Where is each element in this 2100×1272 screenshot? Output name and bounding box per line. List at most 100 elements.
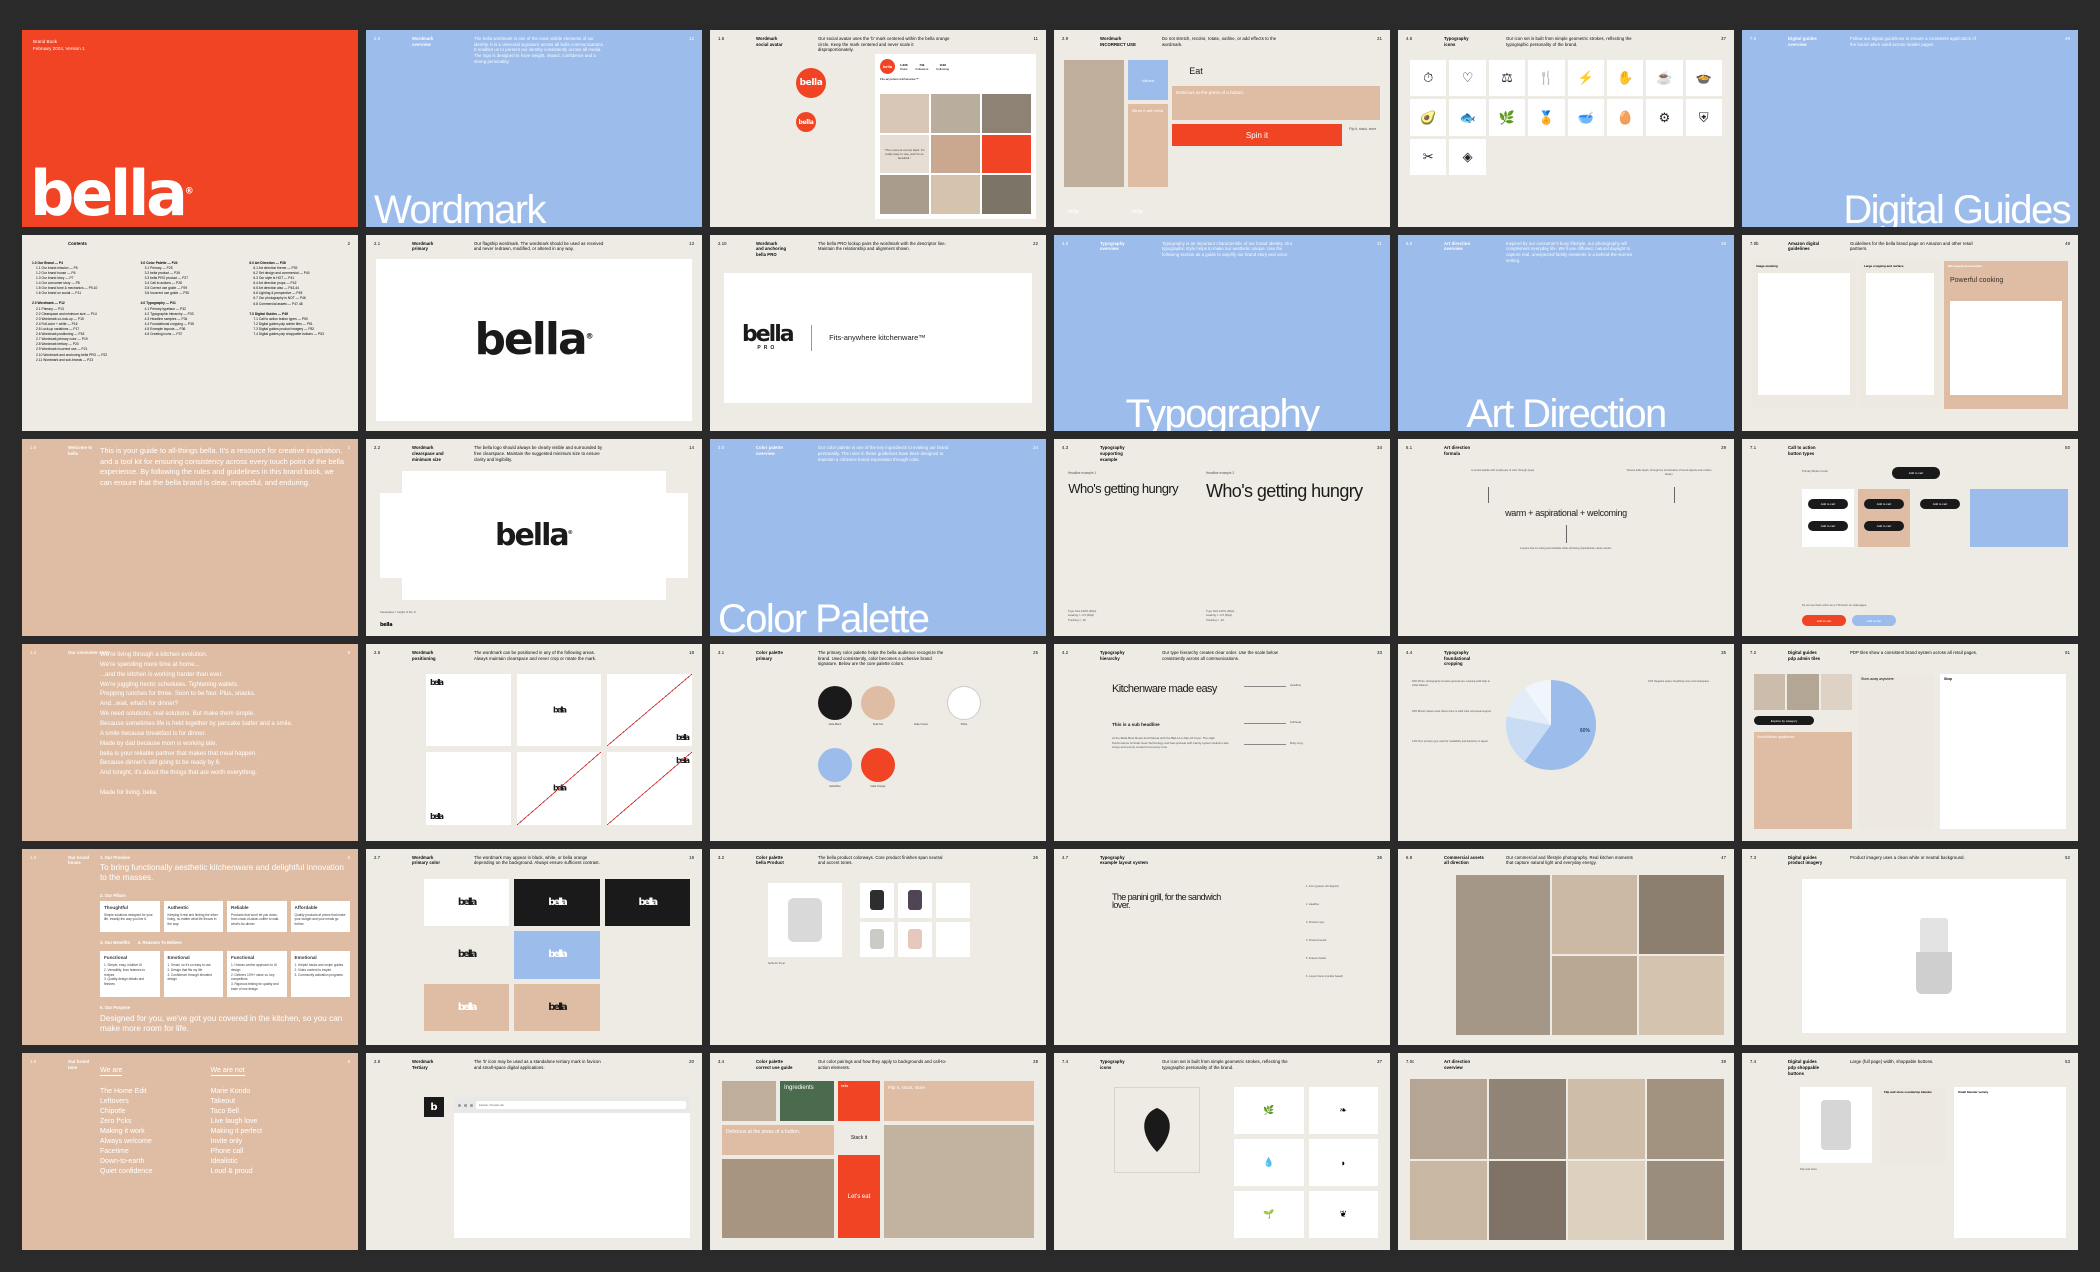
slide-cover[interactable]: Brand Book February 2024, Version 1 bell…: [22, 30, 358, 227]
slide-section-color-palette[interactable]: 3.0 Color palette overview Our color pal…: [710, 439, 1046, 636]
slide-brand-house[interactable]: 1.2 Our brand house 6 1. Our Promise To …: [22, 848, 358, 1046]
slide-digital-shoppable-buttons[interactable]: 7.4 Digital guides pdp shoppable buttons…: [1742, 1053, 2078, 1250]
page-number: 37: [1377, 1059, 1382, 1065]
slide-welcome[interactable]: 1.0 Welcome to bella 3 This is your guid…: [22, 439, 358, 636]
wordmark-logo: bella®: [494, 518, 574, 554]
slide-color-palette-primary[interactable]: 3.1 Color palette primary The primary co…: [710, 644, 1046, 841]
swatch-item[interactable]: bella Blue: [818, 748, 852, 789]
slide-art-direction-formula[interactable]: 6.1 Art direction formula 39 A neutral p…: [1398, 439, 1734, 636]
manifesto-body: We're living through a kitchen evolution…: [100, 651, 293, 797]
slide-header: 4.4 Typography foundational cropping 35: [1406, 650, 1726, 667]
section-number: 2.1: [374, 240, 381, 246]
brand-house-content: 1. Our Promise To bring functionally aes…: [100, 855, 350, 1035]
slide-wordmark-bella-pro[interactable]: 2.10 Wordmark and anchoring bella PRO Th…: [710, 234, 1046, 432]
slide-commercial-assets[interactable]: 6.8 Commercial assets all direction Our …: [1398, 848, 1734, 1046]
section-desc: Our icon set is built from simple geomet…: [1162, 1059, 1288, 1070]
incorrect-label-1: bella: [1068, 208, 1079, 215]
product-chip[interactable]: [898, 882, 932, 918]
we-are-item: Zero f*cks: [100, 1118, 132, 1126]
card-image: [1950, 300, 2062, 396]
slide-wordmark-primary[interactable]: 2.1 Wordmark primary Our flagship wordma…: [366, 234, 702, 432]
slide-typography-foundational-cropping[interactable]: 4.4 Typography foundational cropping 35 …: [1398, 644, 1734, 841]
slide-wordmark-tertiary[interactable]: 2.8 Wordmark Tertiary The 'b' icon may b…: [366, 1053, 702, 1250]
benefits-row: Functional 1. Simple, easy, intuitive UI 2…: [100, 951, 350, 997]
cta-button-4[interactable]: Add to cart: [1864, 521, 1904, 532]
browser-tab-bar[interactable]: Favicon / browser tab: [454, 1097, 690, 1114]
product-chip[interactable]: [860, 921, 894, 957]
swatch-bella-black: [818, 686, 852, 720]
contents-item[interactable]: 2.11 Wordmark and sub-brands — P23: [32, 358, 131, 363]
pie-center-label: 60%: [1580, 728, 1591, 734]
slide-amazon-digital-guidelines[interactable]: 7.0b Amazon digital guidelines Guideline…: [1742, 234, 2078, 432]
slide-section-wordmark[interactable]: 2.0 Wordmark overview The bella wordmark…: [366, 30, 702, 227]
pdp-explore-button[interactable]: Explore by category: [1754, 716, 1814, 725]
contents-item[interactable]: 7.4 Digital guides pdp shoppable buttons…: [249, 332, 348, 337]
petal-icon: ❦: [1308, 1191, 1378, 1238]
contents-item[interactable]: 6.8 Commercial assets — P47-48: [249, 302, 348, 307]
slide-wordmark-social-avatar[interactable]: 1.6 Wordmark social avatar Our social av…: [710, 30, 1046, 227]
contents-item[interactable]: 4.6 Creating icons — P37: [141, 332, 240, 337]
shoppable-product-2[interactable]: Flip and store countertop blender: [1880, 1087, 1946, 1164]
cta-button-3[interactable]: Add to cart: [1864, 499, 1904, 510]
pdp-tile-shop[interactable]: Shop: [1940, 674, 2066, 829]
pdp-tile-kitchen[interactable]: Small kitchen appliances: [1754, 732, 1852, 829]
swatch-item[interactable]: bella Cream: [904, 686, 938, 727]
contents-item[interactable]: 3.6 Incorrect use guide — P30: [141, 291, 240, 296]
social-profile-card[interactable]: bella 1,236 Posts 73k Followers 1129 Follow…: [875, 54, 1036, 219]
selection-photo: [1647, 1079, 1724, 1159]
slide-digital-cta-buttons[interactable]: 7.1 Call to action button types 50 Prima…: [1742, 439, 2078, 636]
section-label: Wordmark clearspace and minimum size: [412, 445, 444, 462]
air-fryer-shape: [788, 897, 822, 942]
cta-button-primary[interactable]: Add to cart: [1892, 467, 1940, 480]
cover-logo: bella®: [30, 157, 194, 227]
section-label: Typography icons: [1100, 1059, 1125, 1070]
slide-contents[interactable]: Contents 2 1.0 Our Brand — P4 1.1 Our br…: [22, 234, 358, 432]
slide-art-direction-image-selection[interactable]: 7.0c Art direction overview 39: [1398, 1053, 1734, 1250]
purpose-title: 5. Our Purpose: [100, 1004, 131, 1010]
example-annotation-5: 5. Feature details: [1306, 956, 1327, 960]
cta-button-2[interactable]: Add to cart: [1808, 521, 1848, 532]
slide-typography-example-layout[interactable]: 4.7 Typography example layout system 36 …: [1054, 848, 1390, 1046]
section-number: 2.8: [374, 1059, 381, 1065]
pie-legend-1: 60% Photo: photography remains general u…: [1412, 680, 1490, 688]
cta-button-5[interactable]: Add to cart: [1920, 499, 1960, 510]
cta-wrong-1[interactable]: Add to cart: [1802, 615, 1846, 626]
slide-typography-samples[interactable]: 4.3 Typography supporting example 34 Hea…: [1054, 439, 1390, 636]
slide-consumer-story[interactable]: 1.4 Our consumer story 8 We're living th…: [22, 644, 358, 841]
cta-wrong-2[interactable]: Add to cart: [1852, 615, 1896, 626]
section-number: 3.1: [718, 650, 725, 655]
contents-item[interactable]: 1.6 Our brand on social — P11: [32, 291, 131, 296]
product-chip[interactable]: [860, 882, 894, 918]
we-are-item: Leftovers: [100, 1098, 129, 1106]
page-number: 49: [2065, 240, 2070, 246]
shoppable-product-1[interactable]: [1800, 1087, 1872, 1164]
slide-wordmark-incorrect-use[interactable]: 2.9 Wordmark INCORRECT USE Do not stretc…: [1054, 30, 1390, 227]
slide-digital-pdp-tiles[interactable]: 7.2 Digital guides pdp admin tiles PDP t…: [1742, 644, 2078, 841]
slide-wordmark-positioning[interactable]: 2.6 Wordmark positioning The wordmark ca…: [366, 644, 702, 841]
swatch-item[interactable]: bella Orange: [861, 748, 895, 789]
product-chip[interactable]: [898, 921, 932, 957]
slide-wordmark-primary-color[interactable]: 2.7 Wordmark primary color The wordmark …: [366, 848, 702, 1046]
slide-wordmark-clearspace[interactable]: 2.2 Wordmark clearspace and minimum size…: [366, 439, 702, 636]
slide-color-correct-use[interactable]: 3.4 Color palette correct use guide Our …: [710, 1053, 1046, 1250]
browser-viewport: [454, 1113, 690, 1238]
pdp-tile-store[interactable]: Store-away anywhere: [1858, 674, 1934, 829]
slide-section-art-direction[interactable]: 6.0 Art direction overview Inspired by o…: [1398, 234, 1734, 432]
slide-digital-product-imagery[interactable]: 7.3 Digital guides product imagery Produ…: [1742, 848, 2078, 1046]
slide-creating-icons[interactable]: 7.4 Typography icons Our icon set is bui…: [1054, 1053, 1390, 1250]
slide-brand-tone[interactable]: 1.5 Our brand tone 9 We are The Home Edi…: [22, 1053, 358, 1250]
swatch-item[interactable]: White: [947, 686, 981, 727]
slide-section-typography[interactable]: 4.0 Typography overview Typography is an…: [1054, 234, 1390, 432]
slide-color-palette-product[interactable]: 3.2 Color palette bella Product The bell…: [710, 848, 1046, 1046]
cta-button-1[interactable]: Add to cart: [1808, 499, 1848, 510]
traffic-light-icon: [470, 1103, 473, 1107]
swatch-item[interactable]: bella Tan: [861, 686, 895, 727]
slide-typography-hierarchy[interactable]: 4.2 Typography hierarchy Our type hierar…: [1054, 644, 1390, 841]
shoppable-product-3[interactable]: Small blender variety: [1954, 1087, 2066, 1238]
page-number: 22: [1033, 240, 1038, 246]
swatch-item[interactable]: bella Black: [818, 686, 852, 727]
url-bar[interactable]: Favicon / browser tab: [476, 1101, 686, 1110]
avocado-icon: 🥑: [1410, 99, 1447, 136]
slide-section-digital-guides[interactable]: 7.0 Digital guides overview Follow our d…: [1742, 30, 2078, 227]
slide-typography-icons[interactable]: 4.6 Typography icons Our icon set is bui…: [1398, 30, 1734, 227]
